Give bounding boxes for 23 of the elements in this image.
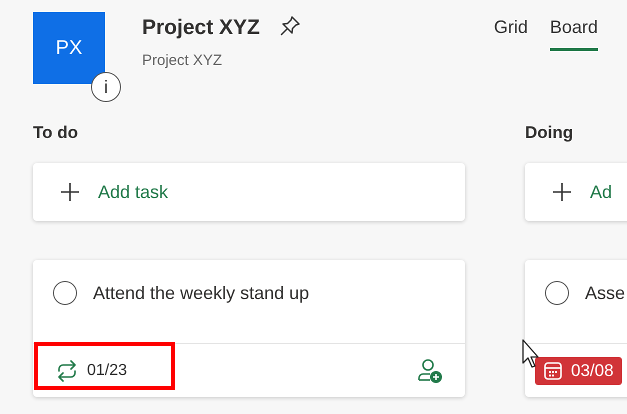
task-card[interactable]: Asse 03/08 <box>525 260 627 397</box>
plus-icon <box>552 182 572 202</box>
view-tab[interactable]: Grid <box>494 17 528 51</box>
add-person-icon[interactable] <box>417 358 443 384</box>
task-title: Attend the weekly stand up <box>93 282 310 305</box>
info-button[interactable]: i <box>91 72 121 102</box>
plus-icon <box>60 182 80 202</box>
task-card[interactable]: Attend the weekly stand up 01/23 <box>33 260 465 397</box>
view-tab[interactable]: Board <box>550 17 598 51</box>
repeat-icon <box>55 360 79 382</box>
complete-checkbox[interactable] <box>53 281 77 305</box>
task-title: Asse <box>585 282 626 305</box>
add-task-button[interactable]: Ad <box>525 163 627 221</box>
date-label: 03/08 <box>571 360 614 380</box>
date-label: 01/23 <box>87 362 128 380</box>
bucket-name: To do <box>33 122 79 144</box>
add-task-button[interactable]: Add task <box>33 163 465 221</box>
complete-checkbox[interactable] <box>545 281 569 305</box>
calendar-icon <box>543 360 563 380</box>
project-subtitle: Project XYZ <box>142 52 224 69</box>
bucket-name: Doing <box>525 122 574 144</box>
project-title: Project XYZ <box>142 16 260 40</box>
avatar-initials: PX <box>56 36 82 60</box>
